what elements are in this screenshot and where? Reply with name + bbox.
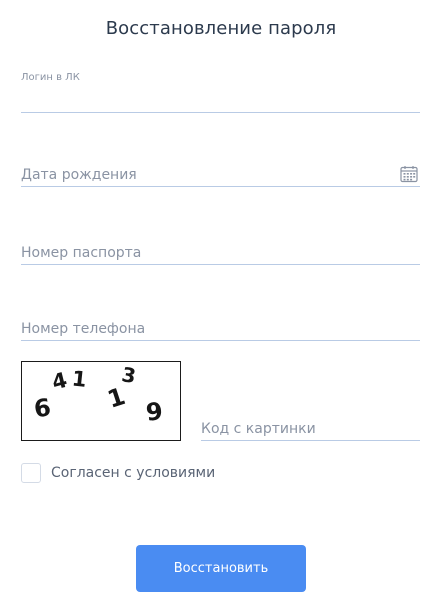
birth-date-field[interactable]: Дата рождения	[21, 150, 420, 187]
agreement-label: Согласен с условиями	[51, 465, 216, 481]
calendar-icon[interactable]	[400, 165, 418, 183]
login-field[interactable]: Логин в ЛК	[21, 66, 420, 113]
svg-text:3: 3	[120, 362, 138, 388]
birth-date-placeholder: Дата рождения	[21, 167, 137, 183]
agreement-row[interactable]: Согласен с условиями	[21, 462, 215, 484]
svg-text:1: 1	[71, 366, 88, 391]
passport-field[interactable]: Номер паспорта	[21, 228, 420, 265]
passport-placeholder: Номер паспорта	[21, 245, 142, 261]
svg-text:1: 1	[104, 382, 129, 414]
login-input[interactable]	[21, 90, 420, 110]
phone-field[interactable]: Номер телефона	[21, 304, 420, 341]
phone-placeholder: Номер телефона	[21, 321, 146, 337]
svg-text:9: 9	[145, 397, 165, 427]
captcha-image: 6 4 1 1 3 9	[21, 361, 181, 441]
svg-text:6: 6	[32, 393, 52, 423]
svg-text:4: 4	[50, 368, 70, 395]
captcha-field[interactable]: Код с картинки	[201, 404, 420, 441]
page-title: Восстановление пароля	[105, 18, 337, 39]
agreement-checkbox[interactable]	[21, 463, 41, 483]
restore-button[interactable]: Восстановить	[136, 545, 306, 592]
login-label: Логин в ЛК	[21, 72, 80, 83]
captcha-placeholder: Код с картинки	[201, 421, 316, 437]
